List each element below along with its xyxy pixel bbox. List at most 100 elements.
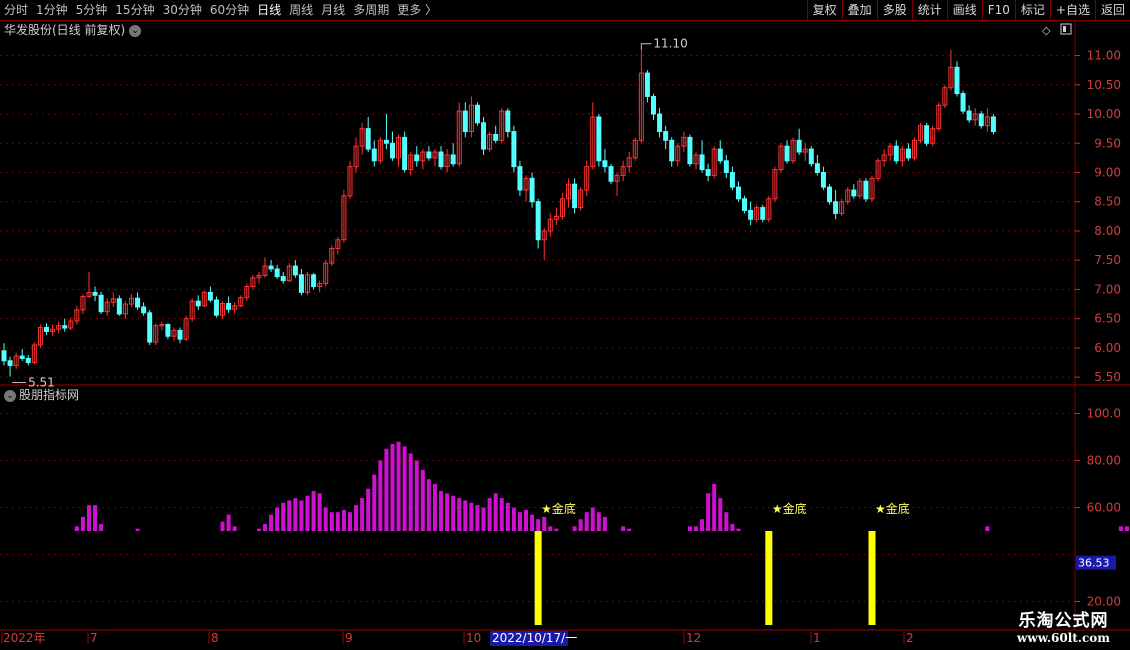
price-tick-label: 5.50 bbox=[1094, 370, 1121, 384]
candle-body bbox=[414, 154, 420, 162]
indicator-bar bbox=[700, 519, 705, 531]
candle-body bbox=[644, 72, 650, 97]
candle-body bbox=[827, 186, 833, 203]
price-tick-label: 9.00 bbox=[1094, 165, 1121, 179]
candle-body bbox=[796, 139, 802, 153]
candle-body bbox=[493, 133, 499, 141]
indicator-bar bbox=[718, 498, 723, 531]
indicator-bar bbox=[463, 500, 468, 531]
indicator-bar bbox=[378, 460, 383, 531]
candle-body bbox=[226, 302, 232, 310]
indicator-bar bbox=[347, 512, 352, 531]
candle-body bbox=[663, 131, 669, 141]
candle-body bbox=[572, 183, 578, 209]
candle-body bbox=[990, 116, 996, 133]
watermark: 乐淘公式网 www.60lt.com bbox=[1017, 606, 1110, 645]
indicator-bar bbox=[554, 528, 559, 531]
candle-body bbox=[735, 186, 741, 200]
price-tick-label: 9.50 bbox=[1094, 136, 1121, 150]
price-tick-label: 6.50 bbox=[1094, 312, 1121, 326]
indicator-bar bbox=[226, 514, 231, 531]
price-tick-label: 10.00 bbox=[1087, 107, 1121, 121]
candle-body bbox=[280, 276, 286, 282]
candle-body bbox=[742, 198, 748, 211]
time-label: 10 bbox=[466, 631, 481, 645]
candle-body bbox=[371, 148, 377, 162]
candle-body bbox=[814, 163, 820, 173]
candle-body bbox=[596, 116, 602, 162]
indicator-bar bbox=[256, 528, 261, 531]
candle-body bbox=[298, 274, 304, 293]
candle-body bbox=[450, 154, 456, 165]
candle-body bbox=[924, 125, 930, 144]
candle-body bbox=[147, 312, 153, 343]
candle-body bbox=[784, 145, 790, 162]
candle-body bbox=[820, 171, 826, 188]
candle-body bbox=[760, 207, 766, 220]
candle-body bbox=[960, 93, 966, 112]
time-label: 12 bbox=[686, 631, 701, 645]
candle-body bbox=[717, 148, 723, 162]
candle-body bbox=[165, 324, 171, 337]
candle-body bbox=[650, 95, 656, 115]
candle-body bbox=[389, 142, 395, 159]
signal-label: ★金底 bbox=[772, 501, 807, 516]
indicator-bar bbox=[487, 498, 492, 531]
candle-body bbox=[213, 299, 219, 316]
candle-body bbox=[7, 360, 13, 366]
indicator-bar bbox=[517, 512, 522, 531]
candle-body bbox=[365, 128, 371, 150]
indicator-bar bbox=[730, 523, 735, 531]
candle-body bbox=[177, 329, 183, 340]
price-tick-label: 8.00 bbox=[1094, 224, 1121, 238]
candle-body bbox=[141, 306, 147, 314]
indicator-tick-label: 100.0 bbox=[1087, 407, 1121, 421]
price-tick-label: 8.50 bbox=[1094, 195, 1121, 209]
indicator-bar bbox=[93, 505, 98, 531]
indicator-bar bbox=[99, 523, 104, 531]
candle-body bbox=[19, 355, 25, 359]
indicator-bar bbox=[584, 512, 589, 531]
kline-chart[interactable]: 11.00 10.50 10.00 9.50 9.00 8.50 8.00 7.50 7.00 6… bbox=[0, 0, 1130, 650]
indicator-bar bbox=[329, 512, 334, 531]
candle-body bbox=[402, 136, 408, 171]
price-tick-label: 6.00 bbox=[1094, 341, 1121, 355]
candle-body bbox=[292, 265, 298, 276]
price-tick-label: 10.50 bbox=[1087, 78, 1121, 92]
candle-body bbox=[1, 350, 7, 362]
candle-body bbox=[602, 160, 608, 168]
candle-body bbox=[438, 151, 444, 168]
indicator-bar bbox=[420, 469, 425, 531]
candle-body bbox=[481, 122, 487, 150]
indicator-bar bbox=[275, 507, 280, 531]
watermark-url: www.60lt.com bbox=[1017, 631, 1110, 645]
candle-body bbox=[705, 169, 711, 176]
candle-body bbox=[748, 210, 754, 220]
candle-body bbox=[863, 180, 869, 200]
candle-body bbox=[608, 166, 614, 182]
candle-body bbox=[808, 148, 814, 165]
indicator-bar bbox=[687, 526, 692, 531]
indicator-bar bbox=[985, 526, 990, 531]
candle-body bbox=[274, 268, 280, 278]
candle-body bbox=[98, 294, 104, 313]
indicator-bar bbox=[335, 512, 340, 531]
indicator-bar bbox=[590, 507, 595, 531]
candle-body bbox=[905, 148, 911, 159]
indicator-bar bbox=[366, 488, 371, 531]
indicator-bar bbox=[293, 498, 298, 531]
diamond-icon[interactable]: ◇ bbox=[1042, 24, 1051, 37]
indicator-bar bbox=[390, 444, 395, 531]
candle-body bbox=[954, 66, 960, 95]
candle-body bbox=[135, 297, 141, 308]
candle-body bbox=[723, 160, 729, 173]
candle-body bbox=[195, 300, 201, 307]
candle-body bbox=[687, 136, 693, 165]
indicator-bar bbox=[505, 502, 510, 531]
indicator-bar bbox=[135, 528, 140, 531]
candle-body bbox=[383, 139, 389, 144]
indicator-bar bbox=[602, 516, 607, 531]
candle-body bbox=[116, 298, 122, 315]
candle-body bbox=[517, 166, 523, 191]
signal-label: ★金底 bbox=[875, 501, 910, 516]
